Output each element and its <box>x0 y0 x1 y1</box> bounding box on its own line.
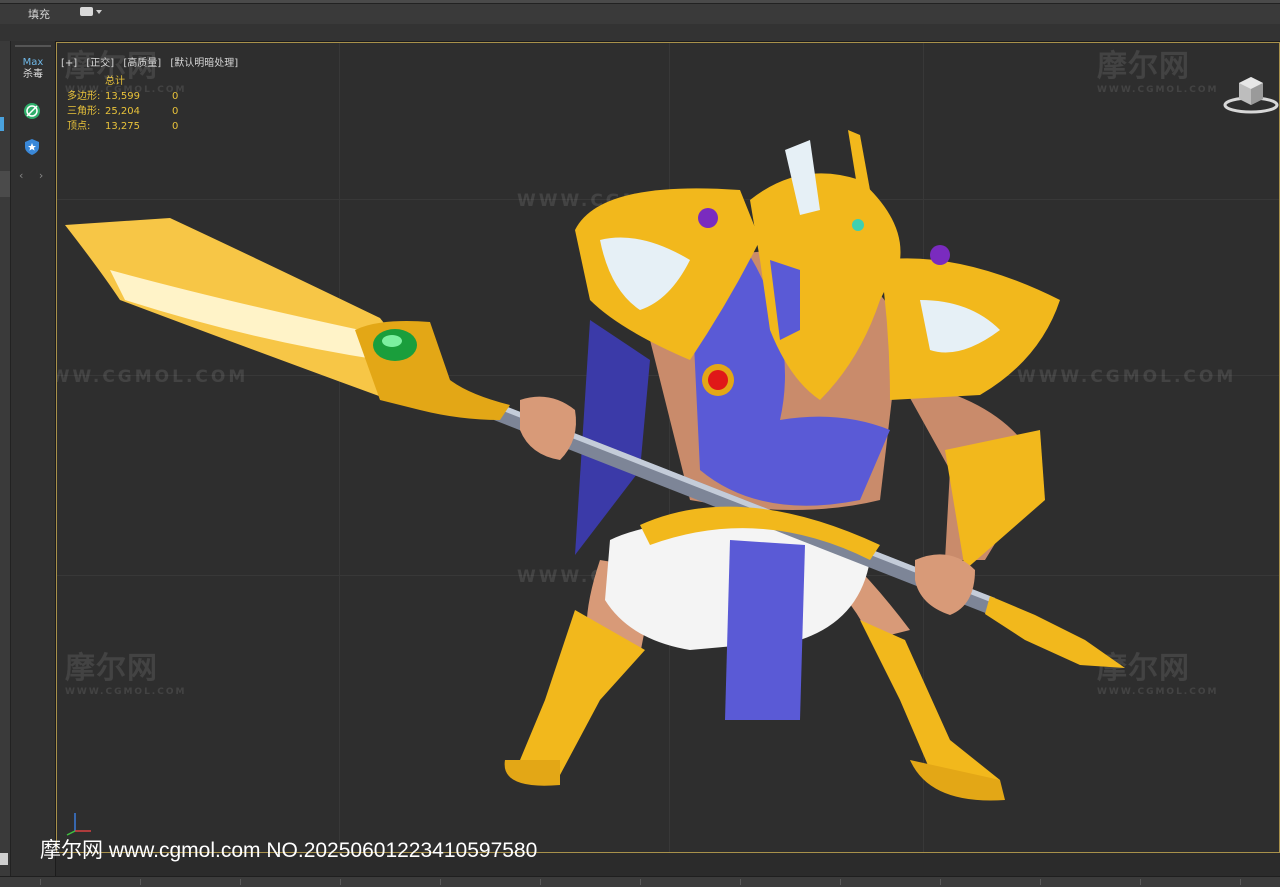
right-hand <box>915 554 975 615</box>
spear-butt <box>985 596 1125 668</box>
pauldron-gem-right <box>930 245 950 265</box>
timeline-tick <box>640 879 641 885</box>
red-amulet-gem <box>708 370 728 390</box>
warrior-model-render[interactable] <box>0 0 1280 886</box>
timeline-tick <box>40 879 41 885</box>
helmet-gem <box>852 219 864 231</box>
left-sandal <box>504 760 560 786</box>
timeline-tick <box>740 879 741 885</box>
timeline-tick <box>540 879 541 885</box>
timeline-tick <box>1140 879 1141 885</box>
timeline-tick <box>240 879 241 885</box>
timeline-tick <box>440 879 441 885</box>
timeline-bar[interactable] <box>0 876 1280 887</box>
blue-loincloth <box>725 540 805 720</box>
left-hand <box>520 396 576 460</box>
timeline-tick <box>940 879 941 885</box>
timeline-tick <box>1240 879 1241 885</box>
timeline-tick <box>1040 879 1041 885</box>
gem-highlight <box>382 335 402 347</box>
timeline-tick <box>140 879 141 885</box>
cape <box>575 320 650 555</box>
timeline-tick <box>340 879 341 885</box>
pauldron-gem-left <box>698 208 718 228</box>
timeline-tick <box>840 879 841 885</box>
credit-watermark: 摩尔网 www.cgmol.com NO.2025060122341059758… <box>40 839 538 862</box>
